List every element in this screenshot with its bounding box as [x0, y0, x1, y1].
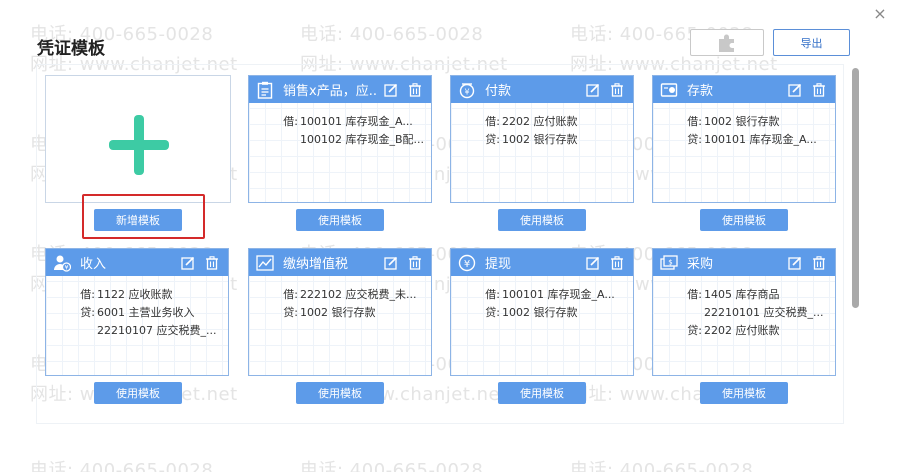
card-title: 销售x产品，应...: [283, 84, 377, 99]
svg-text:¥: ¥: [464, 87, 469, 96]
card-body: 借: 1405 库存商品 22210101 应交税费_... 贷: 2202 应付账…: [653, 276, 835, 340]
card-header: $ 采购: [653, 249, 835, 276]
withdraw-icon: ¥: [457, 253, 477, 273]
use-template-button[interactable]: 使用模板: [94, 382, 182, 404]
card-title: 采购: [687, 257, 714, 272]
income-icon: ¥: [52, 253, 72, 273]
dialog-title: 凭证模板: [37, 39, 105, 59]
card-title: 提现: [485, 257, 512, 272]
card-body: 借: 2202 应付账款 贷: 1002 银行存款: [451, 103, 633, 149]
template-card: ¥ 付款 借: 2202 应付账款 贷: 1002 银行存款: [450, 75, 634, 203]
watermark-phone: 电话: 400-665-0028: [570, 460, 754, 472]
scrollbar-thumb[interactable]: [852, 68, 859, 308]
purchase-icon: $: [659, 253, 679, 273]
trash-icon[interactable]: [405, 80, 425, 100]
template-card: $ 采购 借: 1405 库存商品 22210101 应交税费_... 贷: 220…: [652, 248, 836, 376]
card-body: 借: 1002 银行存款 贷: 100101 库存现金_A...: [653, 103, 835, 149]
entry-line: 贷: 100101 库存现金_A...: [687, 133, 817, 146]
edit-icon[interactable]: [785, 253, 805, 273]
entry-line: 22210107 应交税费_...: [97, 324, 217, 337]
card-header: 存款: [653, 76, 835, 103]
template-card: ¥ 收入 借: 1122 应收账款 贷: 6001 主营业务收入 22210107 …: [45, 248, 229, 376]
payment-icon: ¥: [457, 80, 477, 100]
puzzle-icon: [719, 34, 734, 52]
export-button[interactable]: 导出: [773, 29, 850, 56]
entry-line: 100102 库存现金_B配...: [300, 133, 425, 146]
highlight-box: [82, 194, 205, 239]
trash-icon[interactable]: [607, 80, 627, 100]
card-header: ¥ 提现: [451, 249, 633, 276]
card-header: 销售x产品，应...: [249, 76, 431, 103]
new-template-card[interactable]: [45, 75, 231, 203]
svg-text:¥: ¥: [464, 259, 470, 270]
use-template-button[interactable]: 使用模板: [498, 382, 586, 404]
svg-text:$: $: [668, 258, 672, 266]
close-icon[interactable]: ×: [872, 6, 888, 22]
card-header: ¥ 收入: [46, 249, 228, 276]
plugin-button[interactable]: [690, 29, 764, 56]
plus-icon: [109, 115, 169, 175]
card-body: 借: 222102 应交税费_未... 贷: 1002 银行存款: [249, 276, 431, 322]
trash-icon[interactable]: [809, 80, 829, 100]
entry-line: 借: 1122 应收账款: [80, 288, 173, 301]
trash-icon[interactable]: [202, 253, 222, 273]
card-header: 缴纳增值税: [249, 249, 431, 276]
card-title: 收入: [80, 257, 107, 272]
card-header: ¥ 付款: [451, 76, 633, 103]
template-card: 缴纳增值税 借: 222102 应交税费_未... 贷: 1002 银行存款: [248, 248, 432, 376]
use-template-button[interactable]: 使用模板: [296, 382, 384, 404]
template-card: 存款 借: 1002 银行存款 贷: 100101 库存现金_A...: [652, 75, 836, 203]
use-template-button[interactable]: 使用模板: [498, 209, 586, 231]
entry-line: 贷: 2202 应付账款: [687, 324, 780, 337]
use-template-button[interactable]: 使用模板: [700, 382, 788, 404]
card-title: 付款: [485, 84, 512, 99]
trash-icon[interactable]: [607, 253, 627, 273]
card-body: 借: 100101 库存现金_A... 100102 库存现金_B配...: [249, 103, 431, 149]
template-card: 销售x产品，应... 借: 100101 库存现金_A... 100102 库存现…: [248, 75, 432, 203]
edit-icon[interactable]: [583, 253, 603, 273]
deposit-icon: [659, 80, 679, 100]
watermark-phone: 电话: 400-665-0028: [30, 460, 214, 472]
entry-line: 借: 100101 库存现金_A...: [485, 288, 615, 301]
trash-icon[interactable]: [809, 253, 829, 273]
entry-line: 借: 1002 银行存款: [687, 115, 780, 128]
entry-line: 22210101 应交税费_...: [704, 306, 824, 319]
card-title: 缴纳增值税: [283, 257, 349, 272]
svg-text:¥: ¥: [65, 264, 69, 271]
card-body: 借: 100101 库存现金_A... 贷: 1002 银行存款: [451, 276, 633, 322]
edit-icon[interactable]: [583, 80, 603, 100]
card-body: 借: 1122 应收账款 贷: 6001 主营业务收入 22210107 应交税费_…: [46, 276, 228, 340]
card-title: 存款: [687, 84, 714, 99]
entry-line: 贷: 1002 银行存款: [485, 306, 578, 319]
use-template-button[interactable]: 使用模板: [296, 209, 384, 231]
edit-icon[interactable]: [178, 253, 198, 273]
edit-icon[interactable]: [381, 80, 401, 100]
entry-line: 贷: 1002 银行存款: [485, 133, 578, 146]
template-card: ¥ 提现 借: 100101 库存现金_A... 贷: 1002 银行存款: [450, 248, 634, 376]
edit-icon[interactable]: [381, 253, 401, 273]
tax-chart-icon: [255, 253, 275, 273]
entry-line: 借: 222102 应交税费_未...: [283, 288, 417, 301]
watermark-phone: 电话: 400-665-0028: [300, 460, 484, 472]
entry-line: 借: 2202 应付账款: [485, 115, 578, 128]
entry-line: 借: 1405 库存商品: [687, 288, 780, 301]
entry-line: 贷: 1002 银行存款: [283, 306, 376, 319]
watermark-phone: 电话: 400-665-0028: [300, 24, 484, 45]
trash-icon[interactable]: [405, 253, 425, 273]
entry-line: 借: 100101 库存现金_A...: [283, 115, 413, 128]
use-template-button[interactable]: 使用模板: [700, 209, 788, 231]
document-icon: [255, 80, 275, 100]
entry-line: 贷: 6001 主营业务收入: [80, 306, 195, 319]
edit-icon[interactable]: [785, 80, 805, 100]
